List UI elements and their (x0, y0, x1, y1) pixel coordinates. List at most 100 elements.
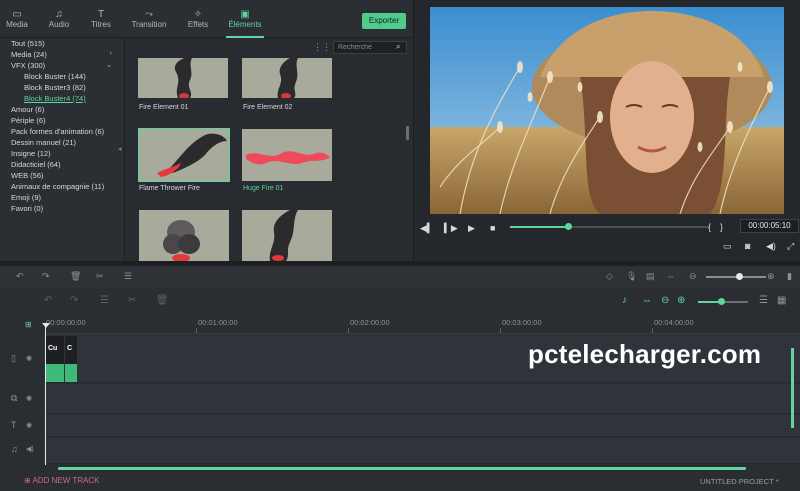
seek-bar[interactable] (510, 223, 710, 230)
fit-icon[interactable]: ⇔ (642, 295, 652, 306)
mark-out-icon[interactable]: } (720, 222, 723, 232)
tab-effets[interactable]: ✧ Effets (184, 0, 212, 38)
add-marker-icon[interactable]: ⊞ (25, 320, 32, 329)
eye-icon[interactable]: ◉ (26, 354, 32, 362)
category-item[interactable]: Dessin manuel (21) (11, 138, 76, 147)
display-settings-icon[interactable]: ▭ (723, 241, 732, 251)
adjust-icon[interactable]: ☰ (124, 271, 132, 281)
undo-icon[interactable]: ↶ (16, 271, 24, 281)
category-item[interactable]: Périple (6) (11, 116, 46, 125)
video-track-icon: ▯ (11, 353, 16, 363)
tab-titres[interactable]: T Titres (88, 0, 114, 38)
mark-in-icon[interactable]: { (708, 222, 711, 232)
category-item[interactable]: Emoji (9) (11, 193, 41, 202)
category-item[interactable]: Didacticiel (64) (11, 160, 61, 169)
zoom-slider[interactable] (706, 273, 766, 280)
overlay-track[interactable] (44, 384, 800, 414)
grid-scrollbar[interactable] (406, 126, 409, 140)
zoom-out-icon[interactable]: ⊖ (689, 271, 697, 281)
marker-icon[interactable]: ◇ (606, 271, 613, 281)
step-forward-icon[interactable]: ▍▶ (444, 223, 458, 233)
element-thumbnail-fire-element-01[interactable] (138, 58, 228, 98)
snapshot-icon[interactable]: ◙ (745, 241, 750, 251)
adjust-icon[interactable]: ☰ (100, 295, 109, 306)
timecode-display: 00:00:05:10 (740, 219, 799, 233)
chevron-down-icon[interactable]: ⌄ (106, 61, 112, 69)
smoke-cloud-icon (139, 210, 229, 261)
stop-icon[interactable]: ■ (490, 223, 495, 233)
zoom-in-icon[interactable]: ⊕ (767, 271, 775, 281)
video-clip[interactable]: Cu (46, 336, 64, 382)
category-item[interactable]: Tout (515) (11, 39, 45, 48)
element-thumbnail-flame-thrower-fire[interactable] (138, 128, 230, 182)
zoom-out-icon[interactable]: ⊖ (661, 295, 669, 306)
category-item[interactable]: Favori (0) (11, 204, 43, 213)
playhead[interactable] (45, 325, 46, 465)
cut-icon[interactable]: ✂ (96, 271, 104, 281)
category-subitem[interactable]: Block Buster3 (82) (24, 83, 86, 92)
element-label: Fire Element 01 (139, 104, 189, 111)
mixer-icon[interactable]: ▤ (646, 271, 655, 281)
tab-elements[interactable]: ▣ Éléments (226, 0, 264, 38)
delete-icon[interactable]: 🗑 (70, 271, 81, 281)
element-thumbnail-huge-fire-01[interactable] (242, 129, 332, 181)
add-track-button[interactable]: ⊕ ADD NEW TRACK (24, 476, 99, 485)
zoom-handle[interactable] (736, 273, 743, 280)
timeline-vertical-scrollbar[interactable] (791, 348, 794, 428)
eye-icon[interactable]: ◉ (26, 394, 32, 402)
category-subitem-selected[interactable]: Block Buster4 (74) (24, 94, 86, 103)
collapse-panel-icon[interactable]: ◂ (118, 145, 122, 153)
tab-audio[interactable]: ♫ Audio (46, 0, 72, 38)
element-thumbnail-fire-element-02[interactable] (242, 58, 332, 98)
category-item[interactable]: Animaux de compagnie (11) (11, 182, 104, 191)
eye-icon[interactable]: ◉ (26, 421, 32, 429)
seek-handle[interactable] (565, 223, 572, 230)
volume-icon[interactable]: ◀) (766, 241, 776, 251)
category-item[interactable]: Media (24) (11, 50, 47, 59)
category-item[interactable]: Amour (6) (11, 105, 44, 114)
project-name: UNTITLED PROJECT * (700, 477, 779, 486)
category-item[interactable]: VFX (300) (11, 61, 45, 70)
grid-view-icon[interactable]: ▦ (777, 295, 786, 306)
category-item[interactable]: Insigne (12) (11, 149, 51, 158)
delete-icon[interactable]: 🗑 (156, 295, 169, 306)
category-item[interactable]: WEB (56) (11, 171, 44, 180)
speaker-icon[interactable]: ◀) (26, 445, 34, 453)
chevron-right-icon[interactable]: › (110, 50, 112, 57)
export-button[interactable]: Exporter (362, 13, 406, 29)
tab-transition[interactable]: ⤳ Transition (130, 0, 168, 38)
transition-icon: ⤳ (145, 9, 153, 20)
element-thumbnail[interactable] (139, 210, 229, 261)
cut-icon[interactable]: ✂ (128, 295, 136, 306)
zoom-handle[interactable] (718, 298, 725, 305)
microphone-icon[interactable]: 🎙 (626, 271, 637, 281)
fit-icon[interactable]: ⇔ (666, 271, 675, 281)
tab-media[interactable]: ▭ Media (4, 0, 30, 38)
undo-icon[interactable]: ↶ (44, 295, 52, 306)
tab-label: Effets (187, 20, 209, 29)
text-track[interactable] (44, 415, 800, 437)
video-clip[interactable]: C (65, 336, 77, 382)
category-item[interactable]: Pack formes d'animation (6) (11, 127, 104, 136)
audio-mixer-icon[interactable]: ♪ (622, 295, 627, 306)
list-view-icon[interactable]: ☰ (759, 295, 768, 306)
ruler-tick (500, 328, 501, 333)
timeline-zoom-slider[interactable] (698, 298, 748, 305)
text-track-header: T ◉ (0, 415, 44, 437)
audio-track[interactable] (44, 438, 800, 464)
timeline-horizontal-scrollbar[interactable] (58, 467, 746, 470)
panel-toggle-icon[interactable]: ▮ (787, 271, 792, 281)
time-ruler[interactable]: 00:00:00:00 00:01:00:00 00:02:00:00 00:0… (44, 316, 800, 334)
category-subitem[interactable]: Block Buster (144) (24, 72, 86, 81)
redo-icon[interactable]: ↷ (70, 295, 78, 306)
redo-icon[interactable]: ↷ (42, 271, 50, 281)
zoom-in-icon[interactable]: ⊕ (677, 295, 685, 306)
play-icon[interactable]: ▶ (468, 223, 475, 233)
playhead-handle[interactable] (42, 323, 50, 328)
tab-label: Transition (131, 20, 167, 29)
fullscreen-icon[interactable]: ⤢ (787, 241, 794, 251)
timeline: ↶ ↷ ☰ ✂ 🗑 ♪ ⇔ ⊖ ⊕ ☰ ▦ ⊞ 00:00:00:00 00:0… (0, 288, 800, 491)
element-thumbnail[interactable] (242, 210, 332, 261)
step-back-icon[interactable]: ◀▍ (420, 223, 434, 233)
search-icon[interactable]: ⌕ (396, 42, 400, 52)
